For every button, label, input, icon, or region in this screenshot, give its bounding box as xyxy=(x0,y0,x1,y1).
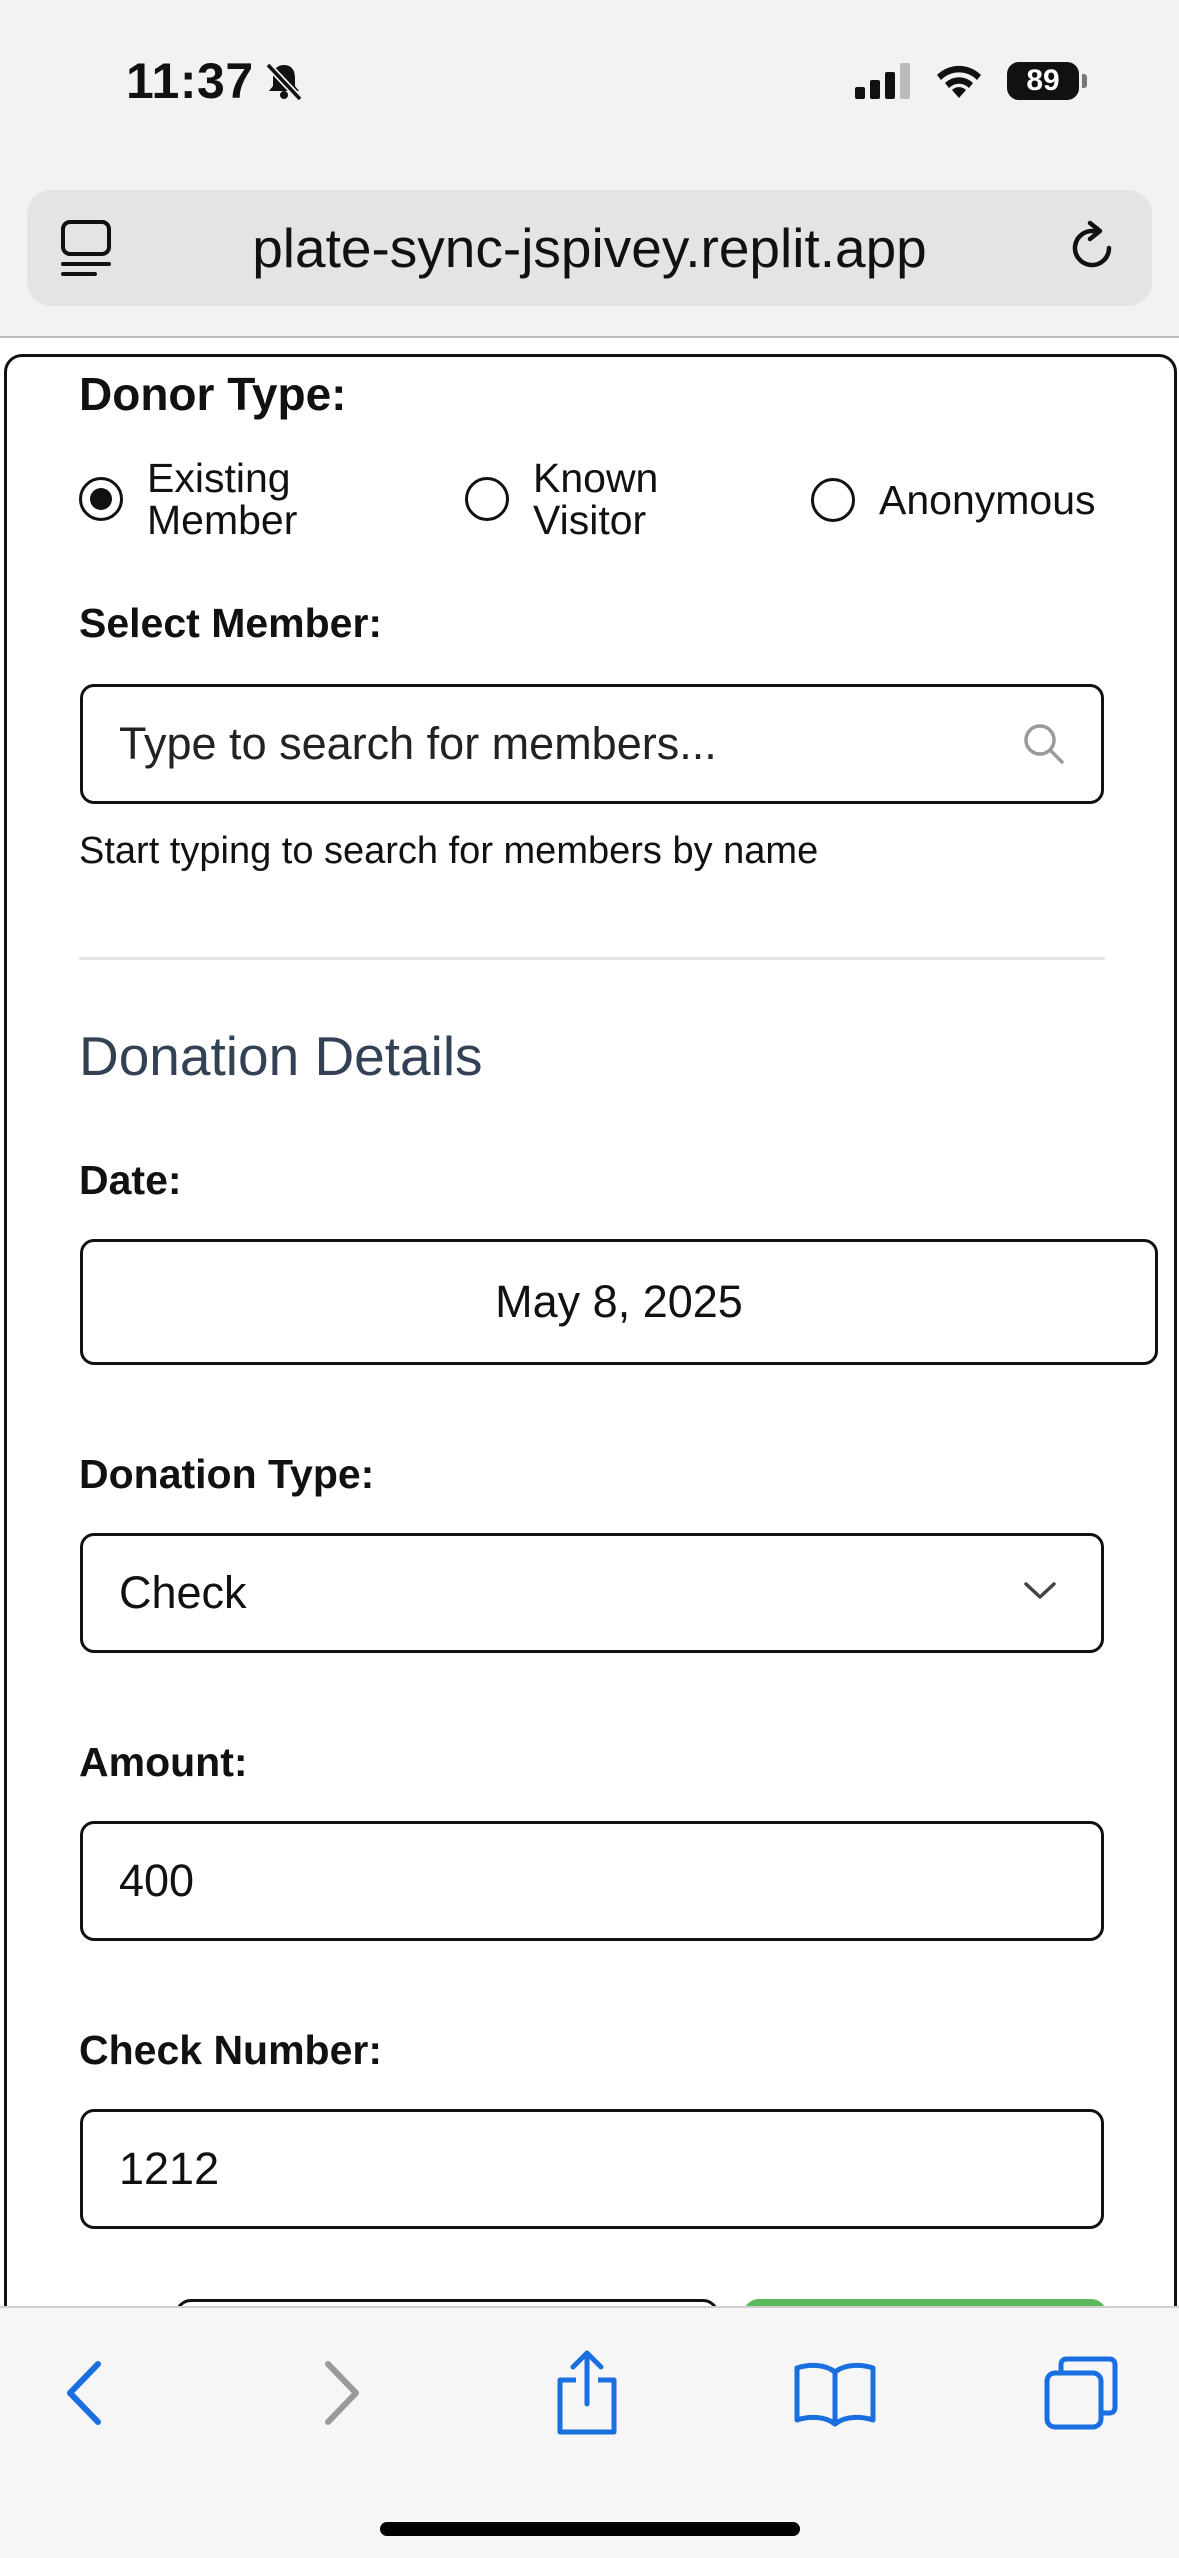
bookmarks-icon xyxy=(794,2362,876,2427)
radio-existing-member[interactable]: Existing Member xyxy=(79,457,297,541)
donation-type-label: Donation Type: xyxy=(79,1451,375,1497)
member-search-placeholder: Type to search for members... xyxy=(119,718,717,769)
chevron-down-icon xyxy=(1024,1582,1056,1599)
date-value: May 8, 2025 xyxy=(495,1276,743,1327)
donation-type-value: Check xyxy=(119,1567,247,1618)
clock: 11:37 xyxy=(126,52,306,110)
select-member-label: Select Member: xyxy=(79,600,383,646)
page-viewport: Donor Type: Existing Member Known Visito… xyxy=(0,336,1179,2306)
back-icon xyxy=(67,2361,101,2425)
donor-type-label: Donor Type: xyxy=(79,368,347,420)
radio-anonymous-circle[interactable] xyxy=(811,478,855,522)
date-input[interactable]: May 8, 2025 xyxy=(80,1239,1158,1365)
radio-known-visitor-label-line1: Known xyxy=(533,455,659,501)
signal-icon xyxy=(855,63,910,99)
radio-existing-member-circle[interactable] xyxy=(79,477,123,521)
bookmarks-button[interactable] xyxy=(790,2348,880,2438)
share-button[interactable] xyxy=(542,2348,632,2438)
search-icon xyxy=(1024,724,1064,764)
radio-anonymous[interactable]: Anonymous xyxy=(811,478,1096,522)
radio-known-visitor-label-line2: Visitor xyxy=(533,497,647,543)
radio-existing-member-label-line2: Member xyxy=(147,497,298,543)
tabs-icon xyxy=(1044,2356,1118,2430)
reload-icon[interactable] xyxy=(1062,218,1122,278)
browser-toolbar xyxy=(0,2306,1179,2558)
forward-icon xyxy=(325,2361,359,2425)
home-indicator xyxy=(380,2522,800,2536)
submit-button[interactable] xyxy=(743,2299,1107,2306)
radio-known-visitor[interactable]: Known Visitor xyxy=(465,457,658,541)
donation-type-select[interactable]: Check xyxy=(80,1533,1104,1653)
donation-details-title: Donation Details xyxy=(79,1025,483,1087)
reader-view-icon[interactable] xyxy=(57,216,117,280)
wifi-icon xyxy=(937,65,981,98)
cancel-button[interactable] xyxy=(175,2299,719,2306)
check-number-input[interactable]: 1212 xyxy=(80,2109,1104,2229)
share-icon xyxy=(557,2350,617,2435)
check-number-label: Check Number: xyxy=(79,2027,383,2073)
radio-anonymous-label: Anonymous xyxy=(879,477,1096,523)
tabs-button[interactable] xyxy=(1036,2348,1126,2438)
date-label: Date: xyxy=(79,1157,182,1203)
donation-form-card: Donor Type: Existing Member Known Visito… xyxy=(4,354,1177,2306)
amount-label: Amount: xyxy=(79,1739,248,1785)
system-icons: 89 xyxy=(855,62,1087,100)
bell-muted-icon xyxy=(265,62,303,102)
amount-input[interactable]: 400 xyxy=(80,1821,1104,1941)
radio-existing-member-label-line1: Existing xyxy=(147,455,291,501)
section-divider xyxy=(79,957,1105,960)
forward-button[interactable] xyxy=(296,2348,386,2438)
clock-time: 11:37 xyxy=(126,53,254,109)
member-search-input[interactable]: Type to search for members... xyxy=(80,684,1104,804)
radio-known-visitor-circle[interactable] xyxy=(465,477,509,521)
url-text[interactable]: plate-sync-jspivey.replit.app xyxy=(27,216,1152,280)
address-bar[interactable]: plate-sync-jspivey.replit.app xyxy=(27,190,1152,306)
member-search-help: Start typing to search for members by na… xyxy=(79,830,819,872)
battery-icon: 89 xyxy=(1007,62,1087,100)
page-top-border xyxy=(0,336,1179,338)
status-bar: 11:37 89 xyxy=(0,0,1179,175)
amount-value: 400 xyxy=(119,1855,195,1906)
back-button[interactable] xyxy=(40,2348,130,2438)
battery-level: 89 xyxy=(1026,64,1060,97)
check-number-value: 1212 xyxy=(119,2143,220,2194)
